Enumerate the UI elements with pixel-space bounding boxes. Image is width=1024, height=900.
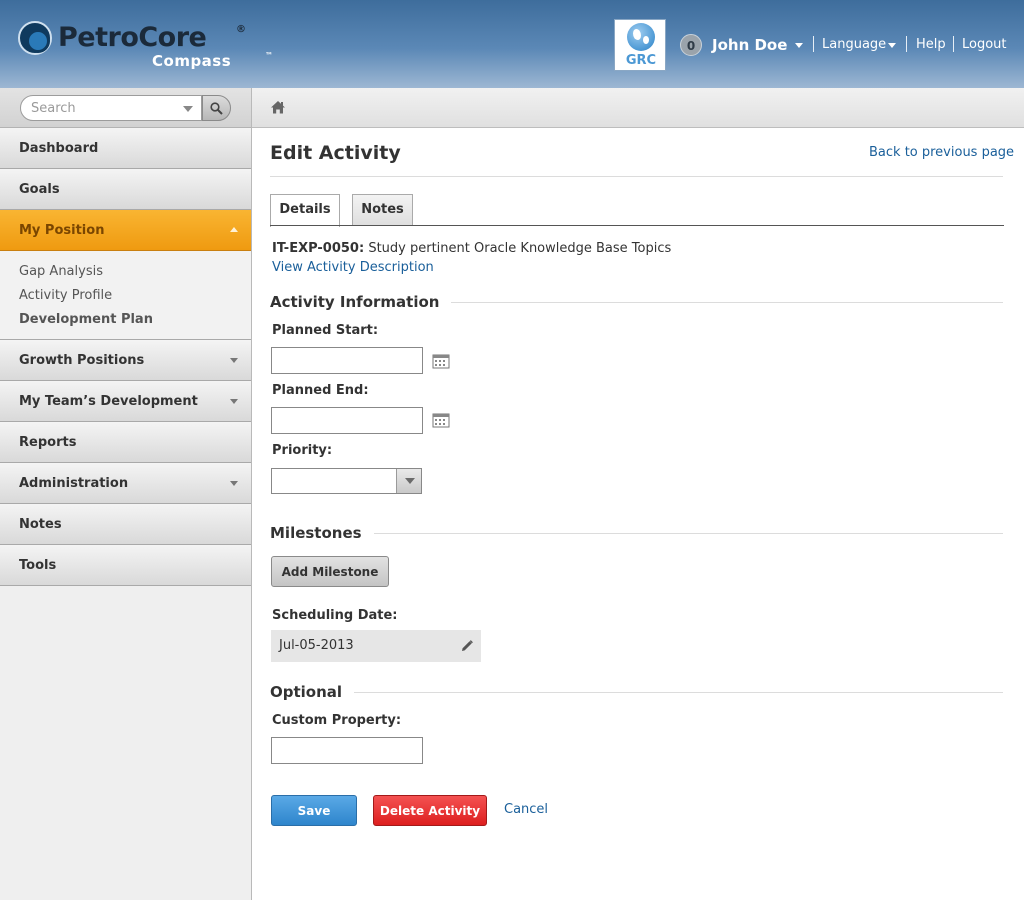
planned-start-input[interactable] [271,347,423,374]
chevron-down-icon[interactable] [183,106,193,112]
header-divider [906,36,907,52]
chevron-down-icon [230,399,238,404]
divider [270,176,1003,177]
sidebar-item-reports[interactable]: Reports [0,422,251,463]
sidebar-item-dashboard[interactable]: Dashboard [0,128,251,169]
grc-button[interactable]: GRC [614,19,666,71]
brand-registered: ® [236,24,246,35]
logout-link[interactable]: Logout [962,37,1007,52]
activity-heading: IT-EXP-0050: Study pertinent Oracle Know… [272,241,671,256]
sidebar-item-goals[interactable]: Goals [0,169,251,210]
grc-label: GRC [625,53,657,68]
sidebar-item-notes[interactable]: Notes [0,504,251,545]
sidebar-item-label: Reports [19,435,77,450]
sidebar-item-label: Tools [19,558,57,573]
planned-end-input[interactable] [271,407,423,434]
back-to-previous-link[interactable]: Back to previous page [869,145,1014,160]
sidebar: Dashboard Goals My Position Gap Analysis… [0,88,252,900]
chevron-up-icon [230,227,238,232]
notification-count-badge[interactable]: 0 [680,34,702,56]
pencil-icon[interactable] [461,640,473,652]
calendar-icon[interactable] [432,353,450,369]
app-header: PetroCore ® Compass ™ GRC 0 John Doe Lan… [0,0,1024,88]
help-link[interactable]: Help [916,37,946,52]
sidebar-item-label: Growth Positions [19,353,145,368]
section-title-optional: Optional [270,683,355,701]
add-milestone-button[interactable]: Add Milestone [271,556,389,587]
sidebar-item-label: Goals [19,182,60,197]
sidebar-item-my-teams-development[interactable]: My Team’s Development [0,381,251,422]
sidebar-item-growth-positions[interactable]: Growth Positions [0,340,251,381]
planned-start-label: Planned Start: [272,323,379,338]
user-menu[interactable]: John Doe [712,36,787,54]
sidebar-subitem-development-plan[interactable]: Development Plan [19,312,153,327]
section-title-activity-information: Activity Information [270,293,452,311]
header-divider [953,36,954,52]
save-button[interactable]: Save [271,795,357,826]
section-divider [440,302,1003,303]
activity-code: IT-EXP-0050: [272,241,365,256]
page-title: Edit Activity [270,142,401,164]
section-divider [368,533,1003,534]
sidebar-subnav: Gap Analysis Activity Profile Developmen… [0,251,251,340]
brand-sub: Compass [152,52,232,70]
brand-name: PetroCore [58,22,207,53]
scheduling-date-field[interactable]: Jul-05-2013 [271,630,481,662]
custom-property-input[interactable] [271,737,423,764]
header-divider [813,36,814,52]
logo-mark-icon [18,21,52,55]
language-menu[interactable]: Language [822,37,886,52]
search-icon [210,102,223,115]
activity-name: Study pertinent Oracle Knowledge Base To… [368,241,672,256]
globe-icon [627,23,655,51]
scheduling-date-value: Jul-05-2013 [279,638,354,653]
planned-end-label: Planned End: [272,383,369,398]
chevron-down-icon [230,481,238,486]
sidebar-search-bar [0,88,251,128]
calendar-icon[interactable] [432,412,450,428]
view-activity-description-link[interactable]: View Activity Description [272,260,434,275]
sidebar-subitem-activity-profile[interactable]: Activity Profile [19,288,112,303]
scheduling-date-label: Scheduling Date: [272,608,398,623]
section-divider [346,692,1003,693]
search-button[interactable] [202,95,231,121]
custom-property-label: Custom Property: [272,713,402,728]
priority-select[interactable] [271,468,422,494]
search-field[interactable] [20,95,202,121]
chevron-down-icon[interactable] [888,43,896,48]
sidebar-item-label: My Position [19,223,105,238]
tab-divider [270,225,1004,226]
home-icon[interactable] [270,100,286,114]
sidebar-item-administration[interactable]: Administration [0,463,251,504]
sidebar-item-label: Administration [19,476,129,491]
breadcrumb [252,88,1024,128]
priority-label: Priority: [272,443,333,458]
sidebar-item-my-position[interactable]: My Position [0,210,251,251]
chevron-down-icon [230,358,238,363]
sidebar-item-label: Notes [19,517,62,532]
petrocore-logo[interactable]: PetroCore ® Compass ™ [18,20,288,70]
sidebar-subitem-gap-analysis[interactable]: Gap Analysis [19,264,103,279]
search-input[interactable] [31,99,181,117]
sidebar-item-tools[interactable]: Tools [0,545,251,586]
cancel-link[interactable]: Cancel [504,802,548,817]
section-title-milestones: Milestones [270,524,374,542]
chevron-down-icon[interactable] [795,43,803,48]
delete-activity-button[interactable]: Delete Activity [373,795,487,826]
tab-details[interactable]: Details [270,194,340,227]
chevron-down-icon[interactable] [396,469,421,493]
sidebar-item-label: My Team’s Development [19,394,198,409]
sidebar-item-label: Dashboard [19,141,99,156]
tab-notes[interactable]: Notes [352,194,413,226]
brand-tm: ™ [265,51,273,60]
